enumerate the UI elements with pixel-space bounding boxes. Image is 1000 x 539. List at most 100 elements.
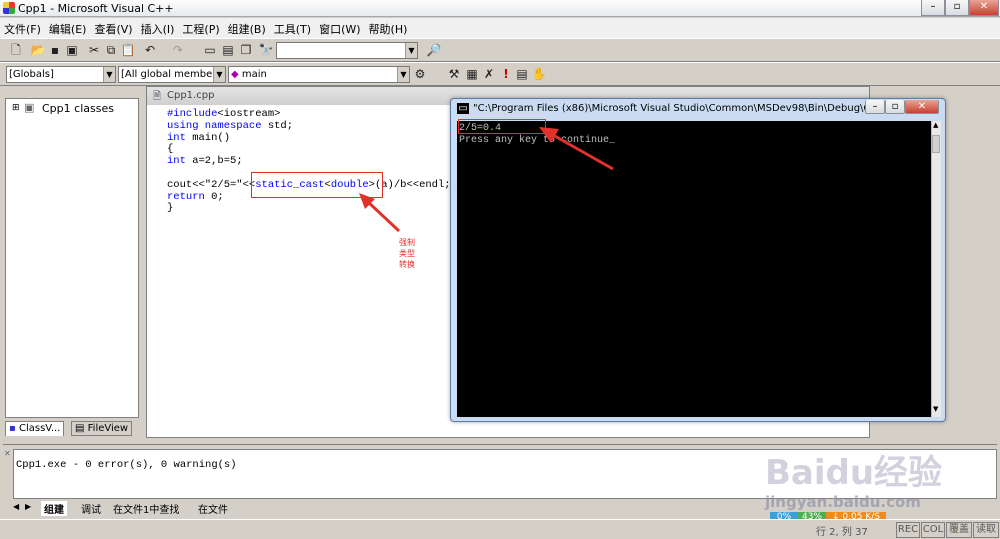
classes-icon: ▣ (24, 101, 35, 114)
go-icon[interactable]: ▤ (514, 66, 530, 82)
status-read: 读取 (973, 522, 999, 538)
code-text: std; (261, 119, 294, 132)
close-button[interactable]: ✕ (969, 0, 999, 16)
scroll-thumb[interactable] (932, 135, 940, 153)
title-bar: Cpp1 - Microsoft Visual C++ – ▫ ✕ (0, 0, 1000, 17)
chevron-down-icon[interactable]: ▼ (213, 67, 225, 82)
classview-icon: ▪ (9, 423, 16, 434)
redo-icon[interactable]: ↷ (170, 42, 186, 58)
open-folder-icon[interactable]: 📂 (30, 42, 46, 58)
tab-scroll-left-icon[interactable]: ◀ (13, 502, 19, 511)
console-window[interactable]: ▭ "C:\Program Files (x86)\Microsoft Visu… (450, 98, 946, 422)
wizard-action-icon[interactable]: ⚙ (412, 66, 428, 82)
tab-fileview-label: FileView (87, 423, 129, 434)
console-maximize-button[interactable]: ▫ (885, 100, 905, 114)
tab-classview-label: ClassV... (18, 423, 61, 434)
code-keyword: using namespace (167, 119, 262, 132)
cursor-position: 行 2, 列 37 (816, 527, 868, 538)
members-combo[interactable]: [All global members ▼ (118, 66, 226, 83)
windows-icon[interactable]: ❐ (238, 42, 254, 58)
function-combo-value: main (241, 69, 267, 80)
chevron-down-icon[interactable]: ▼ (103, 67, 115, 82)
find-in-files-icon[interactable]: 🔭 (258, 42, 274, 58)
menu-tools[interactable]: 工具(T) (270, 18, 315, 40)
tree-root-label[interactable]: Cpp1 classes (42, 102, 114, 115)
menu-help[interactable]: 帮助(H) (365, 18, 412, 40)
workspace-icon[interactable]: ▭ (202, 42, 218, 58)
tab-classview[interactable]: ▪ ClassV... (5, 421, 65, 436)
maximize-button[interactable]: ▫ (945, 0, 969, 16)
expand-icon[interactable]: ⊞ (12, 103, 20, 113)
code-keyword: #include (167, 108, 218, 120)
menu-view[interactable]: 查看(V) (90, 18, 136, 40)
window-title: Cpp1 - Microsoft Visual C++ (18, 2, 174, 15)
arrow-line (365, 199, 401, 233)
stop-build-icon[interactable]: ✗ (481, 66, 497, 82)
console-minimize-button[interactable]: – (865, 100, 885, 114)
save-icon[interactable]: ▪ (47, 42, 63, 58)
code-text: cout<<"2/5="<< (167, 178, 256, 191)
console-icon: ▭ (457, 103, 469, 114)
code-keyword: return (167, 190, 205, 203)
minimize-button[interactable]: – (921, 0, 945, 16)
code-keyword: int (167, 131, 186, 144)
execute-icon[interactable]: ! (498, 66, 514, 82)
menu-file[interactable]: 文件(F) (0, 18, 45, 40)
code-text: 0; (204, 190, 224, 203)
code-text: <iostream> (217, 108, 281, 120)
tab-build[interactable]: 组建 (41, 501, 67, 516)
function-icon: ◆ (231, 69, 239, 80)
code-keyword: int (167, 155, 186, 168)
paste-icon[interactable]: 📋 (120, 42, 136, 58)
menu-window[interactable]: 窗口(W) (315, 18, 364, 40)
chevron-down-icon[interactable]: ▼ (397, 67, 409, 82)
copy-icon[interactable]: ⧉ (103, 42, 119, 58)
build-result-text: Cpp1.exe - 0 error(s), 0 warning(s) (16, 459, 237, 471)
code-text: main() (185, 131, 231, 144)
output-arrow (539, 127, 614, 171)
menu-insert[interactable]: 插入(I) (137, 18, 179, 40)
console-output[interactable]: 2/5=0.4 Press any key to continue_ (457, 121, 931, 417)
scroll-down-icon[interactable]: ▼ (933, 405, 938, 413)
console-close-button[interactable]: ✕ (905, 100, 939, 114)
status-col: COL (921, 522, 945, 538)
menu-project[interactable]: 工程(P) (178, 18, 223, 40)
menu-edit[interactable]: 编辑(E) (45, 18, 91, 40)
tab-find-in-files-2[interactable]: 在文件 (198, 501, 228, 516)
save-all-icon[interactable]: ▣ (64, 42, 80, 58)
tab-scroll-right-icon[interactable]: ▶ (25, 502, 31, 511)
tab-fileview[interactable]: ▤ FileView (71, 421, 133, 436)
find-icon[interactable]: 🔎 (426, 42, 442, 58)
annotation-label: 强制 类型 转换 (397, 237, 417, 270)
build-icon[interactable]: ▦ (464, 66, 480, 82)
breakpoint-icon[interactable]: ✋ (531, 66, 547, 82)
code-text: } (167, 202, 174, 215)
class-combo[interactable]: [Globals] ▼ (6, 66, 116, 83)
annotation-line: 强制 (399, 238, 415, 247)
annotation-arrow (359, 193, 401, 233)
arrow-line (552, 133, 614, 171)
cut-icon[interactable]: ✂ (86, 42, 102, 58)
function-combo[interactable]: ◆ main ▼ (228, 66, 410, 83)
undo-icon[interactable]: ↶ (142, 42, 158, 58)
find-combo[interactable]: ▼ (276, 42, 418, 59)
close-pane-icon[interactable]: ✕ (4, 449, 11, 458)
chevron-down-icon[interactable]: ▼ (405, 43, 417, 58)
new-file-icon[interactable]: 🗋 (8, 42, 24, 58)
class-tree[interactable]: ⊞ ▣ Cpp1 classes (5, 98, 139, 418)
console-scrollbar[interactable]: ▲ ▼ (931, 121, 941, 417)
menu-build[interactable]: 组建(B) (224, 18, 270, 40)
tab-debug[interactable]: 调试 (81, 501, 101, 516)
status-bar: 行 2, 列 37 REC COL 覆盖 读取 (0, 519, 1000, 539)
wizard-toolbar: [Globals] ▼ [All global members ▼ ◆ main ▼ … (0, 62, 1000, 86)
workspace-pane: ⊞ ▣ Cpp1 classes ▪ ClassV... ▤ FileView (3, 86, 141, 438)
tab-find-in-files-1[interactable]: 在文件1中查找 (113, 501, 179, 516)
editor-title: Cpp1.cpp (167, 90, 215, 101)
annotation-line: 类型 (399, 249, 415, 258)
watermark-brand: Baidu经验 (765, 453, 943, 493)
watermark-site: jingyan.baidu.com (765, 493, 921, 511)
output-icon[interactable]: ▤ (220, 42, 236, 58)
scroll-up-icon[interactable]: ▲ (933, 121, 938, 129)
fileview-icon: ▤ (75, 423, 85, 434)
compile-icon[interactable]: ⚒ (446, 66, 462, 82)
